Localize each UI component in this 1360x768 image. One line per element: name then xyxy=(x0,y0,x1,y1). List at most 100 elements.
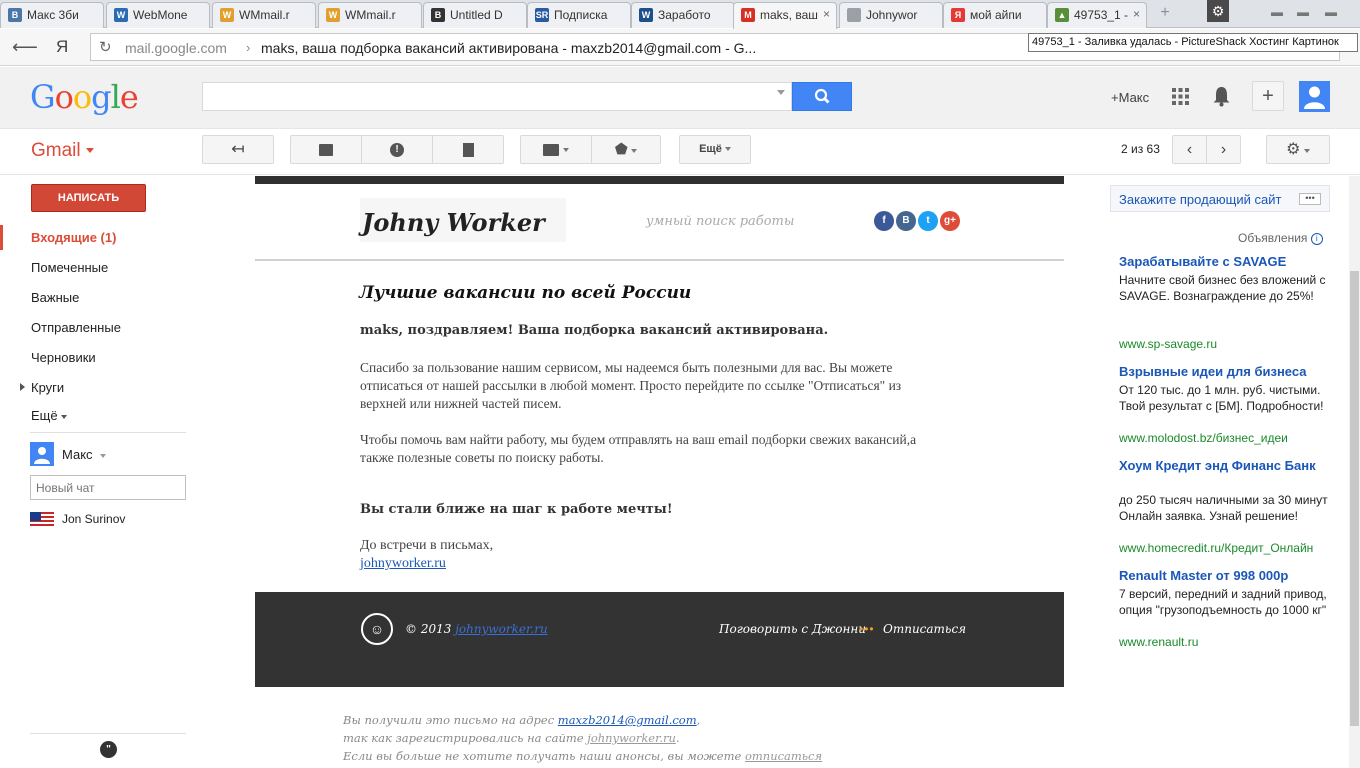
google-plus-profile-link[interactable]: +Макс xyxy=(1111,90,1149,105)
compose-button[interactable]: НАПИСАТЬ xyxy=(31,184,146,212)
more-options-icon[interactable]: ••• xyxy=(1299,193,1321,205)
older-button[interactable]: › xyxy=(1206,135,1241,164)
ad-url-link[interactable]: www.renault.ru xyxy=(1119,635,1198,649)
restore-icon[interactable]: ▬ xyxy=(1294,5,1312,19)
browser-tab[interactable]: W WMmail.r xyxy=(318,2,422,28)
browser-tab[interactable]: W WebMone xyxy=(106,2,210,28)
new-tab-button[interactable]: + xyxy=(1156,5,1174,22)
expand-circles-icon[interactable] xyxy=(20,383,25,391)
avatar[interactable] xyxy=(1299,81,1330,112)
ad-title-link[interactable]: Зарабатывайте с SAVAGE xyxy=(1119,254,1333,270)
notifications-bell-icon[interactable] xyxy=(1212,86,1231,112)
search-dropdown-icon[interactable] xyxy=(777,90,785,95)
browser-tab[interactable]: Ямой айпи xyxy=(943,2,1047,28)
ad-text: От 120 тыс. до 1 млн. руб. чистыми. Твой… xyxy=(1119,383,1324,413)
talk-link[interactable]: Поговорить с Джонни xyxy=(719,622,866,636)
wmmail-icon: W xyxy=(326,8,340,22)
sidebar-item-more[interactable]: Ещё xyxy=(31,408,68,423)
browser-tab[interactable]: W WMmail.r xyxy=(212,2,316,28)
chat-avatar[interactable] xyxy=(30,442,54,466)
move-to-button[interactable] xyxy=(520,135,592,164)
footer-site-link[interactable]: johnyworker.ru xyxy=(455,622,547,636)
reload-icon[interactable]: ↻ xyxy=(99,38,112,56)
ad-top-link[interactable]: Закажите продающий сайт xyxy=(1119,192,1281,207)
dropdown-arrow-icon xyxy=(100,453,107,458)
gmail-menu-button[interactable]: Gmail xyxy=(31,140,94,162)
pictureshack-icon: ▲ xyxy=(1055,8,1069,22)
browser-tab[interactable]: В Макс 3би xyxy=(0,2,104,28)
search-input[interactable] xyxy=(202,82,792,111)
tab-tooltip: 49753_1 - Заливка удалась - PictureShack… xyxy=(1028,33,1358,52)
close-tab-icon[interactable]: × xyxy=(1133,7,1140,21)
search-button[interactable] xyxy=(792,82,852,111)
yandex-button[interactable]: Я xyxy=(56,37,68,57)
sidebar-item-drafts[interactable]: Черновики xyxy=(31,350,96,365)
unsubscribe-link[interactable]: Отписаться xyxy=(883,622,966,636)
sidebar-item-circles[interactable]: Круги xyxy=(31,380,64,395)
ad-title-link[interactable]: Хоум Кредит энд Финанс Банк xyxy=(1119,458,1333,474)
sidebar-item-inbox[interactable]: Входящие (1) xyxy=(31,230,116,245)
social-icon[interactable]: g+ xyxy=(940,211,960,231)
sidebar-item-starred[interactable]: Помеченные xyxy=(31,260,108,275)
social-icon[interactable]: В xyxy=(896,211,916,231)
settings-icon[interactable]: ⚙ xyxy=(1207,0,1229,22)
vk-icon: В xyxy=(8,8,22,22)
labels-button[interactable]: ⬟ xyxy=(591,135,661,164)
chat-user-name[interactable]: Макс xyxy=(62,447,107,462)
note-site-link[interactable]: johnyworker.ru xyxy=(587,731,676,745)
scrollbar-track[interactable] xyxy=(1349,176,1360,768)
minimize-icon[interactable]: ▬ xyxy=(1268,5,1286,19)
ad-text: Начните свой бизнес без вложений с SAVAG… xyxy=(1119,273,1326,303)
back-to-inbox-button[interactable]: ↤ xyxy=(202,135,274,164)
browser-tab[interactable]: ▲ 49753_1 - × xyxy=(1047,2,1147,28)
message-count: 2 из 63 xyxy=(1121,142,1160,156)
tagline: умный поиск работы xyxy=(646,214,795,229)
close-window-icon[interactable]: ▬ xyxy=(1322,5,1340,19)
browser-tab[interactable]: W Заработо xyxy=(631,2,735,28)
note-unsubscribe-link[interactable]: отписаться xyxy=(745,749,822,763)
ad-title-link[interactable]: Взрывные идеи для бизнеса xyxy=(1119,364,1333,380)
more-actions-button[interactable]: Ещё xyxy=(679,135,751,164)
ad-url-link[interactable]: www.sp-savage.ru xyxy=(1119,337,1217,351)
address-host: mail.google.com xyxy=(125,40,227,56)
browser-tab[interactable]: Mmaks, ваш × xyxy=(733,2,837,29)
chat-contact[interactable]: Jon Surinov xyxy=(62,512,125,526)
ad-title-link[interactable]: Renault Master от 998 000р xyxy=(1119,568,1333,584)
close-tab-icon[interactable]: × xyxy=(823,7,830,21)
back-arrow-icon: ↤ xyxy=(231,141,245,158)
apps-grid-icon[interactable] xyxy=(1172,88,1189,105)
settings-button[interactable]: ⚙ xyxy=(1266,135,1330,164)
back-arrow-icon[interactable]: ⟵ xyxy=(12,37,38,58)
johnyworker-logo[interactable]: Johny Worker xyxy=(360,198,566,242)
newer-button[interactable]: ‹ xyxy=(1172,135,1207,164)
browser-tab[interactable]: B Untitled D xyxy=(423,2,527,28)
ad-text: 7 версий, передний и задний привод, опци… xyxy=(1119,587,1327,617)
wmzona-icon: W xyxy=(639,8,653,22)
ad-top-box[interactable]: Закажите продающий сайт ••• xyxy=(1110,185,1330,212)
ad-url-link[interactable]: www.molodost.bz/бизнес_идеи xyxy=(1119,431,1288,445)
hangouts-icon[interactable]: " xyxy=(100,741,117,758)
email-signoff: До встречи в письмах, xyxy=(360,538,494,553)
info-icon[interactable]: i xyxy=(1310,232,1323,245)
new-chat-input[interactable] xyxy=(30,475,186,500)
delete-button[interactable] xyxy=(432,135,504,164)
browser-tab-title: Untitled D xyxy=(450,8,503,22)
report-spam-button[interactable]: ! xyxy=(361,135,433,164)
archive-button[interactable] xyxy=(290,135,362,164)
recipient-email-link[interactable]: maxzb2014@gmail.com xyxy=(558,713,697,727)
scrollbar-thumb[interactable] xyxy=(1350,271,1359,726)
browser-tab[interactable]: Johnywor xyxy=(839,2,943,28)
site-link[interactable]: johnyworker.ru xyxy=(360,556,446,572)
browser-tab[interactable]: SR Подписка xyxy=(527,2,631,28)
sidebar-item-sent[interactable]: Отправленные xyxy=(31,320,121,335)
sidebar-item-important[interactable]: Важные xyxy=(31,290,79,305)
social-icon[interactable]: t xyxy=(918,211,938,231)
ad-url-link[interactable]: www.homecredit.ru/Кредит_Онлайн xyxy=(1119,541,1313,555)
share-plus-button[interactable]: + xyxy=(1252,81,1284,111)
browser-tab-title: 49753_1 - xyxy=(1074,8,1129,22)
sidebar-divider xyxy=(30,733,186,734)
ads-label: Объявления i xyxy=(1238,231,1323,245)
google-logo[interactable]: Google xyxy=(30,78,139,116)
social-icon[interactable]: f xyxy=(874,211,894,231)
webmoney-icon: W xyxy=(114,8,128,22)
